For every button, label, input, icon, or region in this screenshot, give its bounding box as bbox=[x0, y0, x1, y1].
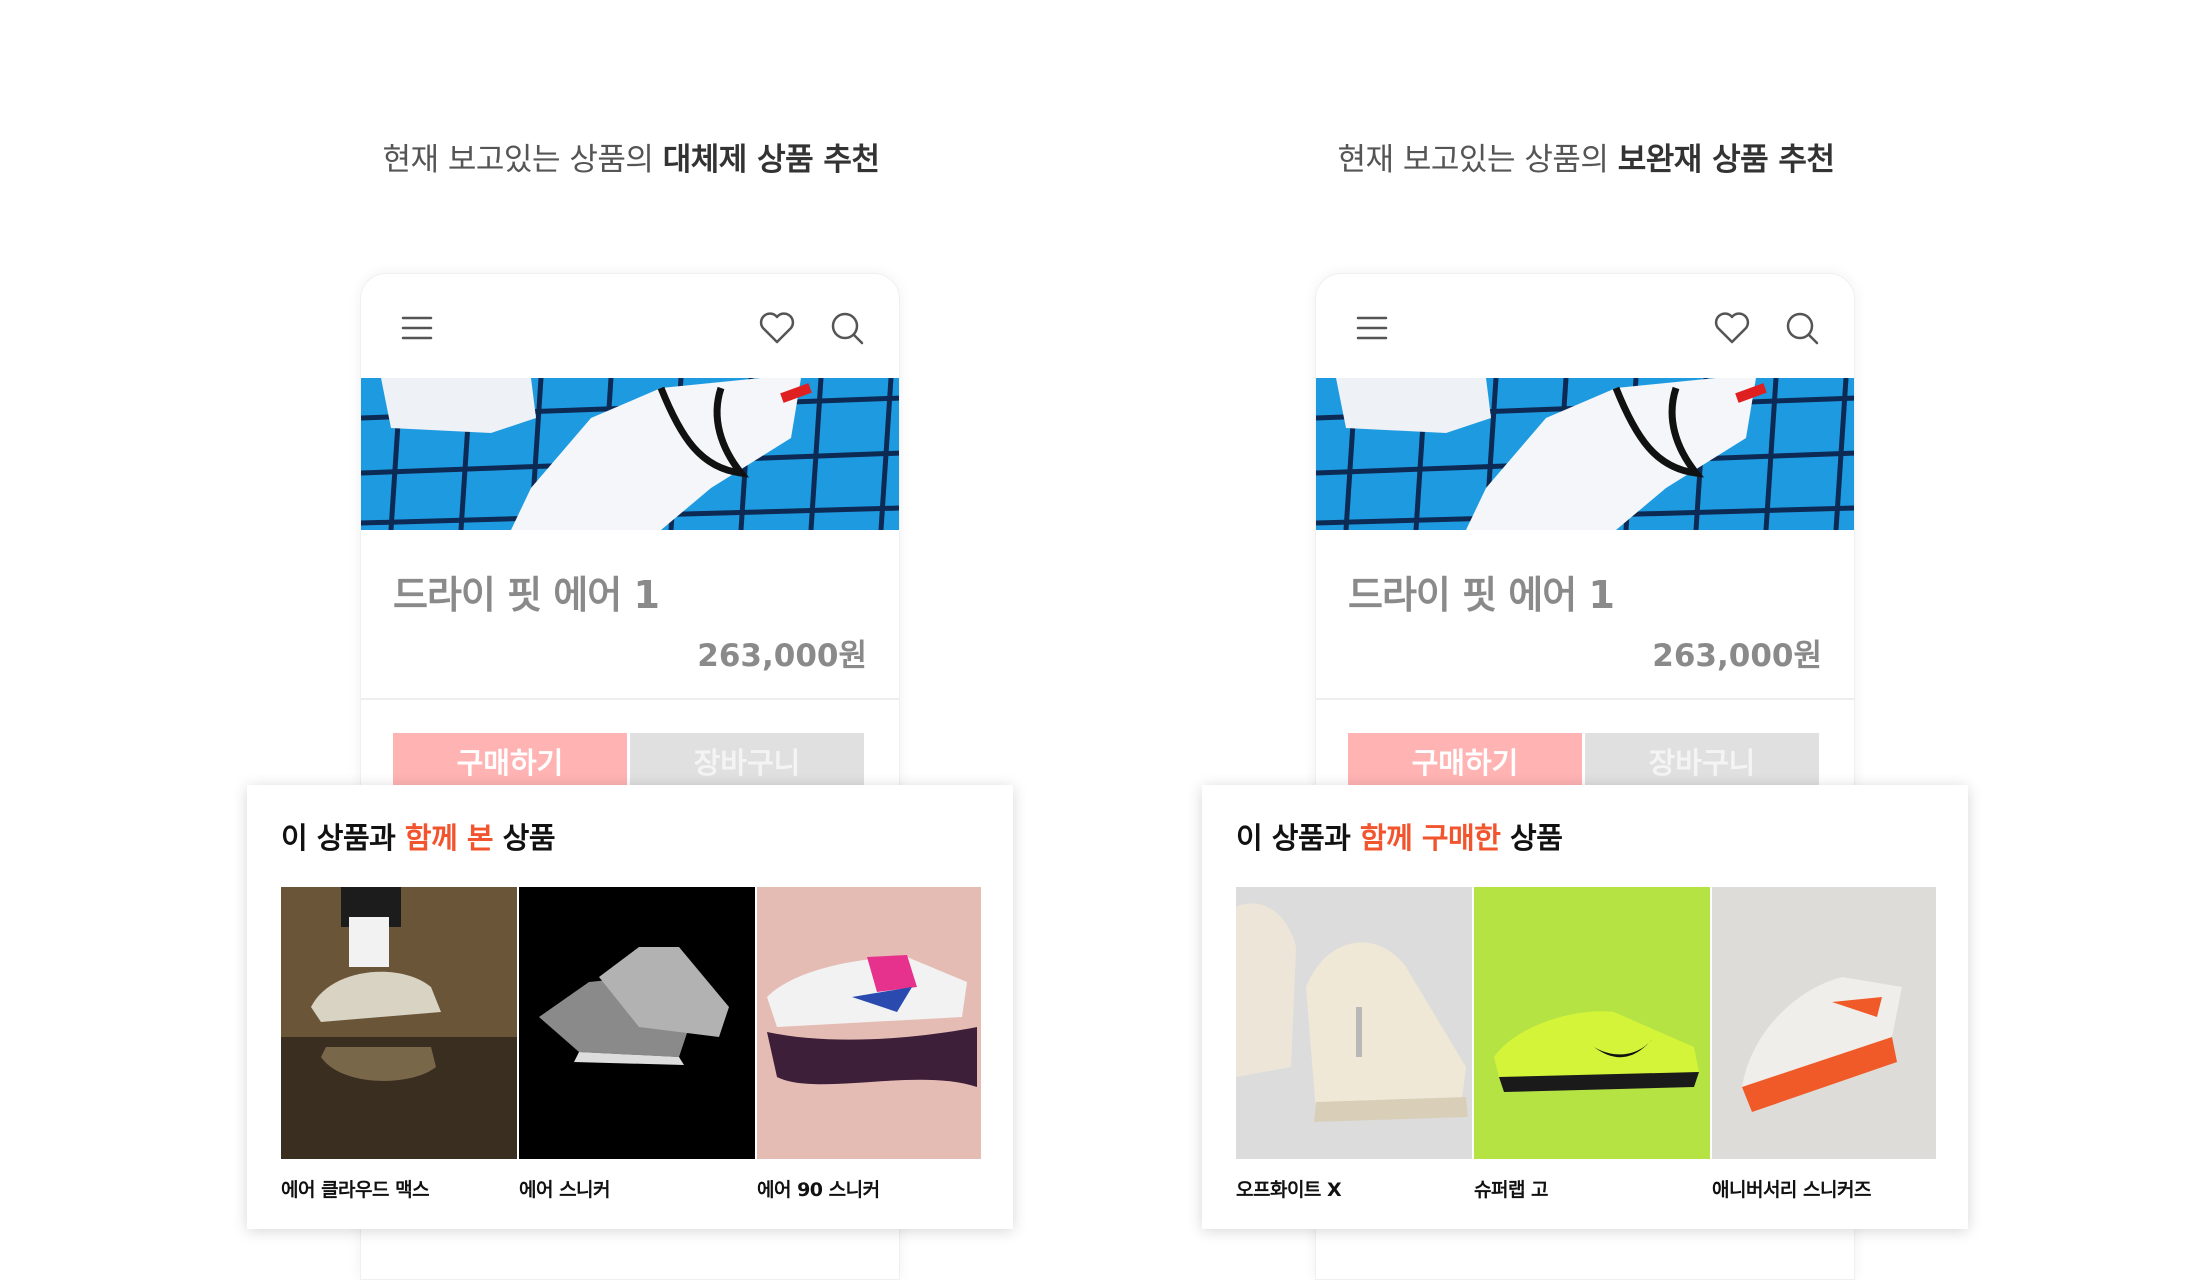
heading-bold: 보완재 상품 추천 bbox=[1617, 142, 1835, 178]
product-thumbnail[interactable] bbox=[757, 887, 981, 1159]
section-title: 이 상품과 함께 구매한 상품 bbox=[1236, 815, 1563, 857]
product-thumbnail[interactable] bbox=[519, 887, 755, 1159]
product-thumbnail[interactable] bbox=[281, 887, 517, 1159]
panel-heading: 현재 보고있는 상품의 보완재 상품 추천 bbox=[955, 134, 2208, 179]
product-thumbnail[interactable] bbox=[1712, 887, 1936, 1159]
product-label[interactable]: 애니버서리 스니커즈 bbox=[1712, 1175, 1871, 1202]
buy-button[interactable]: 구매하기 bbox=[1348, 733, 1582, 793]
divider bbox=[361, 698, 899, 700]
recommendation-card: 이 상품과 함께 본 상품 에어 클라우드 맥스 에어 스니커 에어 90 스니… bbox=[247, 785, 1013, 1229]
product-label[interactable]: 에어 90 스니커 bbox=[757, 1175, 880, 1202]
product-label[interactable]: 오프화이트 X bbox=[1236, 1175, 1342, 1202]
product-label[interactable]: 에어 스니커 bbox=[519, 1175, 611, 1202]
menu-icon[interactable] bbox=[397, 308, 437, 348]
search-icon[interactable] bbox=[827, 308, 867, 348]
cart-button[interactable]: 장바구니 bbox=[630, 733, 864, 793]
search-icon[interactable] bbox=[1782, 308, 1822, 348]
section-title-post: 상품 bbox=[1500, 821, 1563, 855]
section-title-pre: 이 상품과 bbox=[1236, 821, 1360, 855]
product-list: 에어 클라우드 맥스 에어 스니커 에어 90 스니커 bbox=[281, 887, 981, 1201]
top-bar bbox=[1316, 274, 1854, 378]
heading-prefix: 현재 보고있는 상품의 bbox=[382, 142, 663, 178]
section-title-highlight: 함께 구매한 bbox=[1359, 821, 1501, 855]
product-price: 263,000원 bbox=[1652, 638, 1822, 674]
menu-icon[interactable] bbox=[1352, 308, 1392, 348]
product-name: 드라이 핏 에어 1 bbox=[393, 573, 660, 617]
product-hero-image bbox=[361, 378, 899, 530]
divider bbox=[1316, 698, 1854, 700]
product-label[interactable]: 슈퍼랩 고 bbox=[1474, 1175, 1549, 1202]
recommendation-card: 이 상품과 함께 구매한 상품 오프화이트 X 슈퍼랩 고 애니버서리 스니커즈 bbox=[1202, 785, 1968, 1229]
heading-prefix: 현재 보고있는 상품의 bbox=[1337, 142, 1618, 178]
product-thumbnail[interactable] bbox=[1236, 887, 1472, 1159]
top-bar bbox=[361, 274, 899, 378]
complement-panel: 현재 보고있는 상품의 보완재 상품 추천 드라이 핏 에어 1 263,000… bbox=[955, 0, 2059, 1280]
heart-icon[interactable] bbox=[1712, 308, 1752, 348]
product-hero-image bbox=[1316, 378, 1854, 530]
cart-button[interactable]: 장바구니 bbox=[1585, 733, 1819, 793]
section-title-highlight: 함께 본 bbox=[404, 821, 494, 855]
substitute-panel: 현재 보고있는 상품의 대체제 상품 추천 드라이 핏 에어 1 263,000… bbox=[0, 0, 1104, 1280]
product-list: 오프화이트 X 슈퍼랩 고 애니버서리 스니커즈 bbox=[1236, 887, 1936, 1201]
buy-button[interactable]: 구매하기 bbox=[393, 733, 627, 793]
section-title-post: 상품 bbox=[493, 821, 556, 855]
section-title-pre: 이 상품과 bbox=[281, 821, 405, 855]
section-title: 이 상품과 함께 본 상품 bbox=[281, 815, 556, 857]
heading-bold: 대체제 상품 추천 bbox=[662, 142, 880, 178]
product-label[interactable]: 에어 클라우드 맥스 bbox=[281, 1175, 430, 1202]
product-thumbnail[interactable] bbox=[1474, 887, 1710, 1159]
product-name: 드라이 핏 에어 1 bbox=[1348, 573, 1615, 617]
product-price: 263,000원 bbox=[697, 638, 867, 674]
heart-icon[interactable] bbox=[757, 308, 797, 348]
